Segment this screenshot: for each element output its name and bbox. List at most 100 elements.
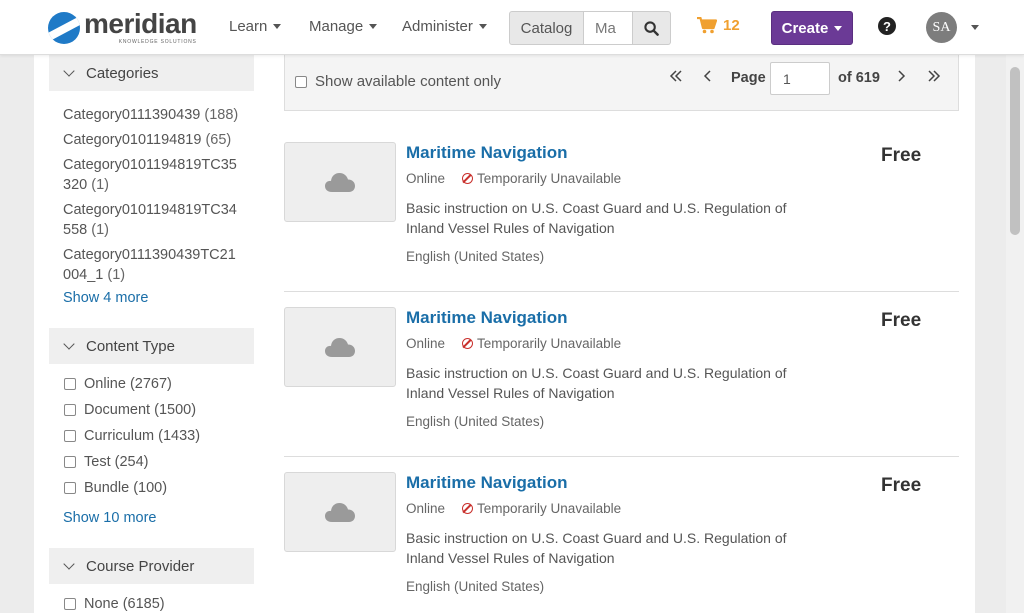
availability-label: Temporarily Unavailable	[477, 336, 622, 351]
course-title-link[interactable]: Maritime Navigation	[406, 473, 568, 493]
category-item[interactable]: Category0101194819TC35320 (1)	[63, 155, 243, 195]
course-description: Basic instruction on U.S. Coast Guard an…	[406, 530, 787, 566]
category-count: (1)	[91, 177, 109, 193]
meridian-logo-icon	[48, 12, 80, 44]
cart-button[interactable]: 12	[697, 17, 740, 34]
category-count: (65)	[205, 132, 232, 148]
content-type-filter-online[interactable]: Online (2767)	[64, 376, 172, 392]
category-item[interactable]: Category0101194819 (65)	[63, 130, 243, 150]
chevron-left-icon	[703, 70, 711, 82]
category-item[interactable]: Category0111390439TC21004_1 (1)	[63, 245, 243, 285]
user-avatar[interactable]: SA	[926, 12, 957, 43]
facet-title: Course Provider	[86, 557, 195, 575]
double-chevron-right-icon	[928, 70, 941, 82]
filter-label: None	[84, 596, 119, 612]
filter-count: (1500)	[154, 402, 197, 418]
course-thumbnail[interactable]	[284, 472, 396, 552]
show-more-categories-link[interactable]: Show 4 more	[63, 290, 148, 306]
filter-label: Bundle	[84, 480, 130, 496]
chevron-down-icon	[834, 25, 843, 31]
checkbox[interactable]	[64, 430, 76, 442]
category-item[interactable]: Category0101194819TC34558 (1)	[63, 200, 243, 240]
next-page-button[interactable]	[896, 69, 906, 88]
nav-learn-menu[interactable]: Learn	[229, 18, 282, 35]
course-delivery: Online	[406, 501, 446, 516]
user-menu-chevron-down-icon[interactable]	[971, 25, 979, 30]
chevron-down-icon	[369, 24, 378, 29]
nav-manage-menu[interactable]: Manage	[309, 18, 378, 35]
chevron-down-icon	[478, 24, 487, 29]
category-item[interactable]: Category0111390439 (188)	[63, 105, 243, 125]
filter-count: (100)	[133, 480, 168, 496]
course-title-link[interactable]: Maritime Navigation	[406, 308, 568, 328]
content-type-filter-document[interactable]: Document (1500)	[64, 402, 196, 418]
available-only-label: Show available content only	[315, 73, 501, 90]
category-name: Category0101194819	[63, 132, 202, 148]
cart-count-badge: 12	[723, 17, 740, 34]
create-button[interactable]: Create	[771, 11, 853, 45]
catalog-search-input[interactable]	[584, 11, 633, 45]
checkbox[interactable]	[64, 378, 76, 390]
checkbox[interactable]	[64, 598, 76, 610]
course-description: Basic instruction on U.S. Coast Guard an…	[406, 365, 787, 401]
category-name: Category0111390439TC21004_1	[63, 247, 236, 283]
course-price: Free	[881, 145, 922, 166]
logo-tagline: KNOWLEDGE SOLUTIONS	[118, 39, 197, 45]
facet-header-categories[interactable]: Categories	[49, 55, 254, 91]
filter-count: (6185)	[122, 596, 165, 612]
filter-label: Online	[84, 376, 126, 392]
available-only-toggle[interactable]: Show available content only	[295, 73, 501, 90]
course-card: Maritime Navigation Online Temporarily U…	[284, 291, 959, 456]
cloud-icon	[325, 338, 355, 357]
course-thumbnail[interactable]	[284, 142, 396, 222]
availability-status: Temporarily Unavailable	[462, 501, 621, 516]
filter-count: (1433)	[158, 428, 201, 444]
prev-page-button[interactable]	[703, 69, 713, 88]
facet-header-content-type[interactable]: Content Type	[49, 328, 254, 364]
search-icon	[644, 20, 659, 36]
course-title-link[interactable]: Maritime Navigation	[406, 143, 568, 163]
first-page-button[interactable]	[669, 69, 683, 88]
last-page-button[interactable]	[927, 69, 941, 88]
chevron-right-icon	[898, 70, 906, 82]
course-price: Free	[881, 310, 922, 331]
category-name: Category0101194819TC35320	[63, 157, 237, 193]
course-provider-filter-none[interactable]: None (6185)	[64, 596, 165, 612]
meridian-logo[interactable]: meridian KNOWLEDGE SOLUTIONS	[48, 10, 197, 46]
content-type-filter-test[interactable]: Test (254)	[64, 454, 148, 470]
facet-title: Categories	[86, 64, 159, 82]
catalog-search-group: Catalog	[509, 11, 671, 45]
cloud-icon	[325, 503, 355, 522]
prohibited-icon	[462, 503, 474, 514]
facet-title: Content Type	[86, 337, 175, 355]
course-card: Maritime Navigation Online Temporarily U…	[284, 456, 959, 613]
content-type-filter-bundle[interactable]: Bundle (100)	[64, 480, 167, 496]
page-label: Page	[731, 70, 766, 86]
scrollbar-thumb[interactable]	[1010, 67, 1020, 235]
course-language: English (United States)	[406, 414, 545, 429]
page-total: of 619	[838, 70, 880, 86]
double-chevron-left-icon	[669, 70, 682, 82]
filter-count: (2767)	[129, 376, 172, 392]
page-scrollbar[interactable]	[1006, 55, 1024, 613]
page-number-input[interactable]	[770, 62, 830, 95]
filter-label: Test	[84, 454, 111, 470]
course-thumbnail[interactable]	[284, 307, 396, 387]
search-button[interactable]	[633, 11, 671, 45]
checkbox[interactable]	[64, 456, 76, 468]
question-circle-icon[interactable]: ?	[878, 17, 896, 35]
availability-label: Temporarily Unavailable	[477, 171, 622, 186]
checkbox[interactable]	[64, 482, 76, 494]
nav-manage-label: Manage	[309, 18, 364, 35]
checkbox[interactable]	[64, 404, 76, 416]
chevron-down-icon	[63, 65, 75, 77]
category-count: (188)	[204, 107, 239, 123]
cloud-icon	[325, 173, 355, 192]
checkbox[interactable]	[295, 75, 307, 88]
facet-header-course-provider[interactable]: Course Provider	[49, 548, 254, 584]
category-count: (1)	[107, 267, 126, 283]
catalog-scope-button[interactable]: Catalog	[509, 11, 584, 45]
content-type-filter-curriculum[interactable]: Curriculum (1433)	[64, 428, 200, 444]
show-more-content-types-link[interactable]: Show 10 more	[63, 510, 157, 526]
nav-administer-menu[interactable]: Administer	[402, 18, 487, 35]
